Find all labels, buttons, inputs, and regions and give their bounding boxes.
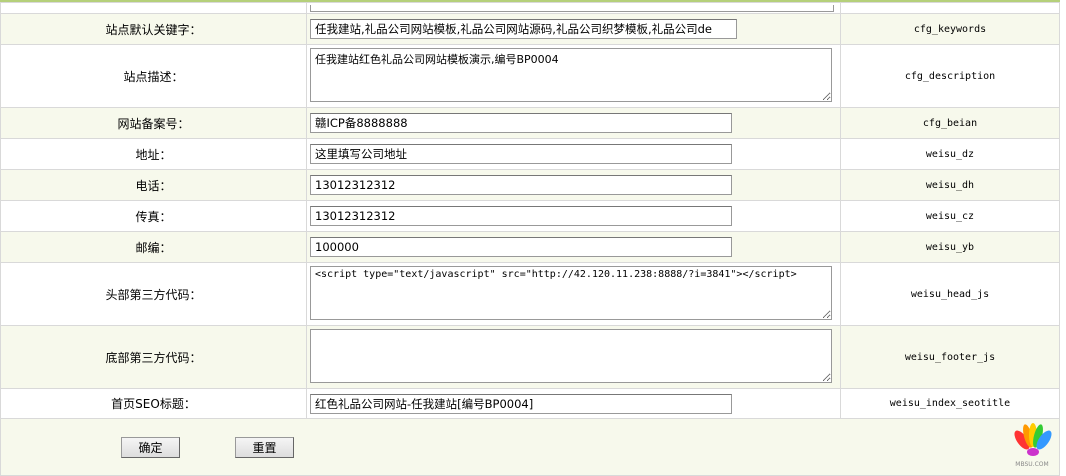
row-keywords: 站点默认关键字： cfg_keywords — [0, 13, 1060, 45]
site-logo: MBSU.COM — [1008, 420, 1056, 468]
label: 电话： — [0, 169, 307, 201]
seo-title-input[interactable] — [310, 393, 732, 414]
beian-input[interactable] — [310, 113, 732, 133]
head-js-textarea[interactable]: <script type="text/javascript" src="http… — [310, 265, 832, 320]
var-name: weisu_footer_js — [840, 325, 1060, 389]
label: 地址： — [0, 138, 307, 170]
description-textarea[interactable]: 任我建站红色礼品公司网站模板演示,编号BP0004 — [310, 47, 832, 102]
label: 网站备案号： — [0, 107, 307, 139]
label: 站点描述： — [0, 44, 307, 108]
row-description: 站点描述： 任我建站红色礼品公司网站模板演示,编号BP0004 cfg_descri… — [0, 44, 1060, 108]
label: 邮编： — [0, 231, 307, 263]
fax-input[interactable] — [310, 206, 732, 226]
var-name: cfg_keywords — [840, 13, 1060, 45]
label: 站点默认关键字： — [0, 13, 307, 45]
settings-form: 站点默认关键字： cfg_keywords 站点描述：任我建站红色礼品公司网站模板… — [0, 0, 1060, 476]
label: 首页SEO标题： — [0, 388, 307, 419]
reset-button[interactable]: 重置 — [235, 437, 294, 458]
label: 底部第三方代码： — [0, 325, 307, 389]
var-name: cfg_beian — [840, 107, 1060, 139]
var-name: weisu_yb — [840, 231, 1060, 263]
var-name: weisu_dz — [840, 138, 1060, 170]
zipcode-input[interactable] — [310, 237, 732, 257]
phone-input[interactable] — [310, 175, 732, 195]
var-name: weisu_cz — [840, 200, 1060, 232]
footer-js-textarea[interactable] — [310, 328, 832, 383]
svg-text:MBSU.COM: MBSU.COM — [1015, 461, 1048, 468]
var-name: cfg_description — [840, 44, 1060, 108]
keywords-input[interactable] — [310, 19, 737, 39]
var-name: weisu_head_js — [840, 262, 1060, 326]
var-name: weisu_dh — [840, 169, 1060, 201]
label: 头部第三方代码： — [0, 262, 307, 326]
address-input[interactable] — [310, 144, 732, 164]
var-name: weisu_index_seotitle — [840, 388, 1060, 419]
label: 传真： — [0, 200, 307, 232]
submit-button[interactable]: 确定 — [121, 437, 180, 458]
